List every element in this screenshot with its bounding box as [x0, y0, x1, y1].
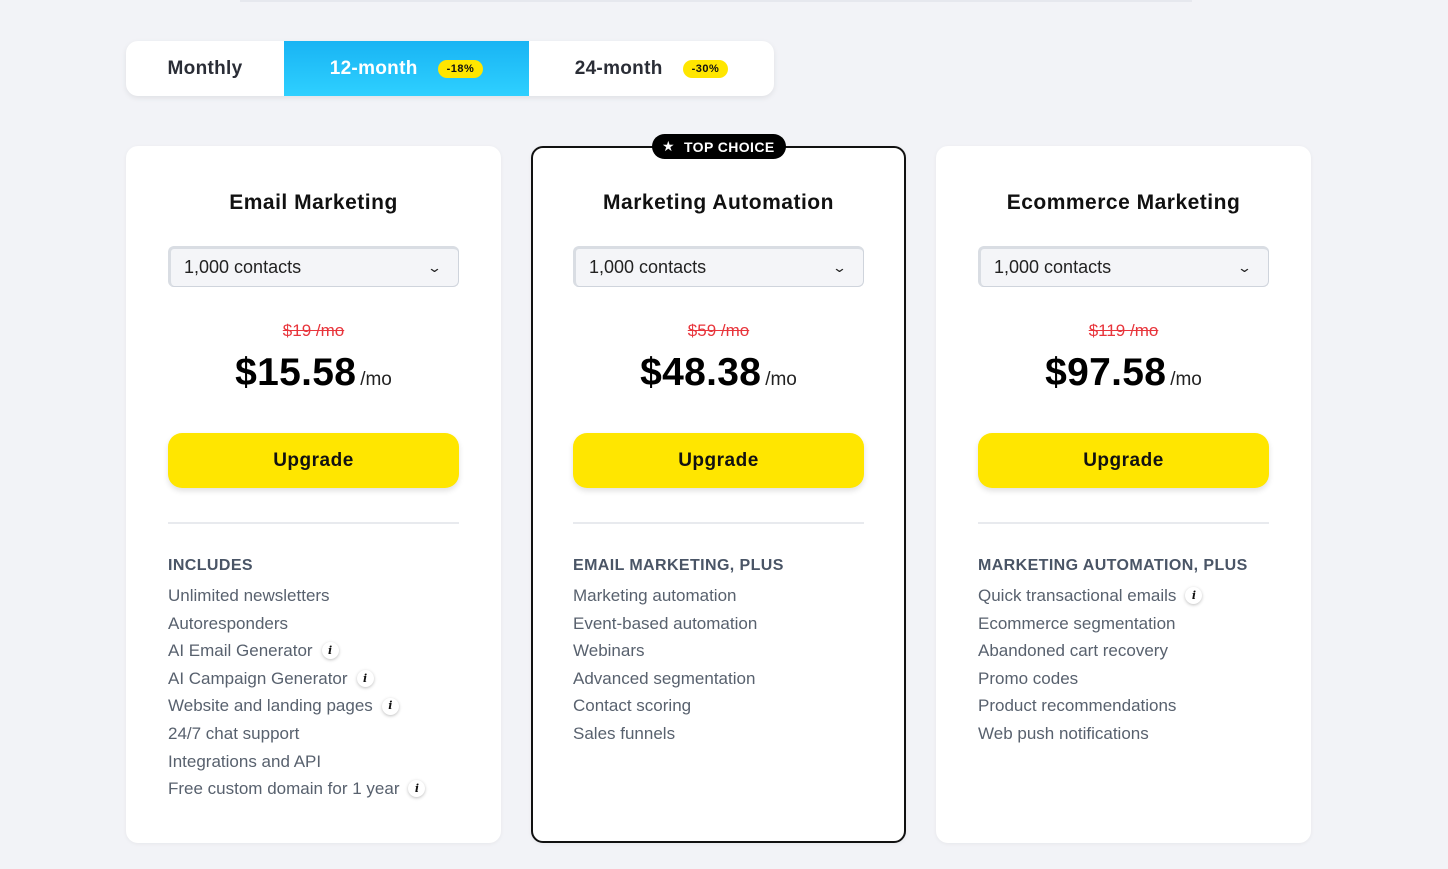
feature-item: Promo codes — [978, 665, 1202, 693]
price-amount: $15.58 — [235, 351, 357, 394]
discount-badge: -30% — [682, 59, 729, 78]
feature-text: Sales funnels — [573, 723, 676, 743]
tab-label: Monthly — [167, 57, 243, 79]
feature-item: Marketing automation — [573, 582, 757, 610]
price: $97.58/mo — [978, 351, 1269, 395]
price: $15.58/mo — [168, 351, 459, 395]
tab-monthly[interactable]: Monthly — [126, 41, 284, 96]
feature-item: 24/7 chat support — [168, 720, 425, 748]
top-choice-badge: ★ TOP CHOICE — [652, 134, 786, 159]
plan-card-marketing-automation: ★ TOP CHOICE Marketing Automation 1,000 … — [531, 134, 906, 843]
contacts-select[interactable]: 1,000 contacts ⌄ — [168, 246, 459, 287]
feature-list: Quick transactional emails i Ecommerce seg… — [978, 582, 1203, 748]
upgrade-button[interactable]: Upgrade — [978, 433, 1269, 488]
divider — [573, 522, 864, 524]
info-icon[interactable]: i — [356, 670, 374, 688]
chevron-down-icon: ⌄ — [831, 259, 848, 275]
feature-text: Autoresponders — [168, 613, 289, 633]
feature-text: Abandoned cart recovery — [978, 641, 1168, 661]
price-period: /mo — [765, 369, 797, 390]
info-icon[interactable]: i — [381, 697, 399, 715]
features-heading: EMAIL MARKETING, PLUS — [573, 557, 784, 574]
info-icon[interactable]: i — [1185, 587, 1203, 605]
feature-text: Free custom domain for 1 year — [168, 779, 400, 799]
chevron-down-icon: ⌄ — [426, 259, 443, 275]
feature-text: Unlimited newsletters — [168, 586, 330, 605]
contacts-value: 1,000 contacts — [589, 257, 707, 277]
feature-item: Advanced segmentation — [573, 665, 757, 693]
feature-text: Promo codes — [978, 668, 1079, 688]
upgrade-button[interactable]: Upgrade — [573, 433, 864, 488]
contacts-select[interactable]: 1,000 contacts ⌄ — [573, 246, 864, 287]
feature-text: AI Email Generator — [168, 641, 313, 661]
price-period: /mo — [360, 369, 392, 390]
tab-24-month[interactable]: 24-month -30% — [529, 41, 774, 96]
feature-item: Contact scoring — [573, 692, 757, 720]
feature-text: Marketing automation — [573, 586, 737, 605]
plan-card-ecommerce-marketing: Ecommerce Marketing 1,000 contacts ⌄ $11… — [936, 146, 1311, 843]
upgrade-button[interactable]: Upgrade — [168, 433, 459, 488]
contacts-select[interactable]: 1,000 contacts ⌄ — [978, 246, 1269, 287]
divider — [168, 522, 459, 524]
feature-text: Web push notifications — [978, 723, 1149, 743]
discount-badge: -18% — [437, 59, 484, 78]
info-icon[interactable]: i — [321, 642, 339, 660]
feature-text: Quick transactional emails — [978, 586, 1177, 605]
feature-item: AI Email Generator i — [168, 637, 425, 665]
price: $48.38/mo — [573, 351, 864, 395]
feature-text: AI Campaign Generator — [168, 668, 348, 688]
contacts-value: 1,000 contacts — [994, 257, 1112, 277]
feature-item: Free custom domain for 1 year i — [168, 775, 426, 803]
feature-item: Quick transactional emails i — [978, 582, 1203, 610]
feature-item: Abandoned cart recovery — [978, 637, 1202, 665]
original-price: $119 /mo — [1088, 321, 1159, 340]
divider — [978, 522, 1269, 524]
price-amount: $48.38 — [640, 351, 762, 394]
feature-text: Product recommendations — [978, 696, 1177, 716]
features-heading: INCLUDES — [168, 557, 253, 574]
feature-item: Integrations and API — [168, 748, 425, 776]
feature-text: Webinars — [573, 641, 645, 661]
feature-text: Contact scoring — [573, 696, 692, 716]
feature-item: AI Campaign Generator i — [168, 665, 425, 693]
info-icon[interactable]: i — [408, 780, 426, 798]
feature-text: 24/7 chat support — [168, 723, 300, 743]
plan-title: Email Marketing — [229, 191, 398, 214]
top-divider — [240, 0, 1192, 2]
feature-item: Webinars — [573, 637, 757, 665]
price-period: /mo — [1170, 369, 1202, 390]
feature-text: Website and landing pages — [168, 696, 373, 716]
tab-label: 24-month — [574, 57, 663, 79]
feature-item: Product recommendations — [978, 692, 1202, 720]
features-heading: MARKETING AUTOMATION, PLUS — [978, 557, 1248, 574]
feature-item: Autoresponders — [168, 610, 425, 638]
billing-period-switch: Monthly 12-month -18% 24-month -30% — [126, 41, 774, 96]
plan-card-email-marketing: Email Marketing 1,000 contacts ⌄ $19 /mo… — [126, 146, 501, 843]
contacts-value: 1,000 contacts — [184, 257, 302, 277]
feature-list: Unlimited newsletters Autoresponders AI Em… — [168, 582, 426, 803]
feature-item: Ecommerce segmentation — [978, 610, 1202, 638]
tab-12-month[interactable]: 12-month -18% — [284, 41, 529, 96]
badge-label: TOP CHOICE — [683, 138, 775, 155]
chevron-down-icon: ⌄ — [1236, 259, 1253, 275]
original-price: $19 /mo — [282, 321, 345, 340]
feature-item: Unlimited newsletters — [168, 582, 425, 610]
feature-item: Website and landing pages i — [168, 692, 425, 720]
feature-text: Event-based automation — [573, 613, 758, 633]
feature-list: Marketing automation Event-based automati… — [573, 582, 757, 748]
price-amount: $97.58 — [1045, 351, 1167, 394]
star-icon: ★ — [662, 138, 675, 154]
tab-label: 12-month — [329, 57, 418, 79]
feature-item: Web push notifications — [978, 720, 1202, 748]
feature-item: Event-based automation — [573, 610, 757, 638]
plan-title: Ecommerce Marketing — [1006, 191, 1241, 214]
plan-title: Marketing Automation — [603, 191, 834, 214]
original-price: $59 /mo — [687, 321, 750, 340]
feature-text: Advanced segmentation — [573, 668, 756, 688]
feature-item: Sales funnels — [573, 720, 757, 748]
feature-text: Integrations and API — [168, 751, 322, 771]
feature-text: Ecommerce segmentation — [978, 613, 1176, 633]
